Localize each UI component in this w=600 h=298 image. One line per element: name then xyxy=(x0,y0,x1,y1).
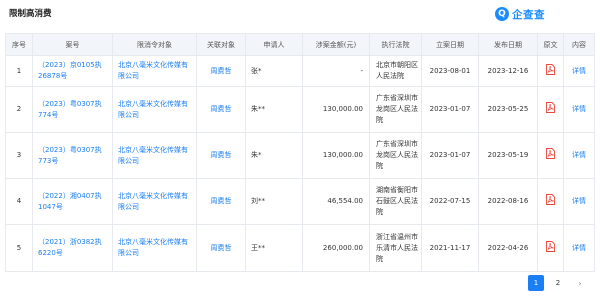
amount: 46,554.00 xyxy=(302,178,370,225)
col-header-filed: 立案日期 xyxy=(421,33,479,56)
row-index: 1 xyxy=(5,55,33,87)
pdf-icon[interactable] xyxy=(546,194,555,205)
col-header-court: 执行法院 xyxy=(369,33,422,56)
target-company-link[interactable]: 北京八毫米文化传媒有限公司 xyxy=(112,132,197,179)
next-page-button[interactable]: › xyxy=(572,275,588,291)
pdf-icon[interactable] xyxy=(546,148,555,159)
row-index: 2 xyxy=(5,86,33,133)
target-company-link[interactable]: 北京八毫米文化传媒有限公司 xyxy=(112,55,197,87)
detail-link[interactable]: 详情 xyxy=(563,132,595,179)
case-number-link[interactable]: （2023）京0105执26878号 xyxy=(32,55,113,87)
row-index: 5 xyxy=(5,224,33,272)
pdf-icon[interactable] xyxy=(546,63,555,75)
published-date: 2023-05-19 xyxy=(478,132,538,179)
detail-link[interactable]: 详情 xyxy=(563,224,595,272)
published-date: 2022-08-16 xyxy=(478,178,538,225)
amount: 260,000.00 xyxy=(302,224,370,272)
applicant: 王** xyxy=(245,224,303,272)
table-header-row: 序号 案号 限消令对象 关联对象 申请人 涉案金额(元) 执行法院 立案日期 发… xyxy=(5,33,595,56)
case-number-link[interactable]: （2021）浙0382执6220号 xyxy=(32,224,113,272)
case-number-link[interactable]: （2023）粤0307执773号 xyxy=(32,132,113,179)
related-person-link[interactable]: 周费哲 xyxy=(196,178,246,225)
court: 广东省深圳市龙岗区人民法院 xyxy=(369,132,422,179)
col-header-related: 关联对象 xyxy=(196,33,246,56)
table-row: 5 （2021）浙0382执6220号 北京八毫米文化传媒有限公司 周费哲 王*… xyxy=(5,224,595,272)
page-title: 限制高消费 xyxy=(9,9,52,19)
col-header-index: 序号 xyxy=(5,33,33,56)
target-company-link[interactable]: 北京八毫米文化传媒有限公司 xyxy=(112,86,197,133)
table-row: 4 （2022）湘0407执1047号 北京八毫米文化传媒有限公司 周费哲 刘*… xyxy=(5,178,595,225)
filed-date: 2023-01-07 xyxy=(421,86,479,133)
brand-name: 企查查 xyxy=(512,8,545,21)
related-person-link[interactable]: 周费哲 xyxy=(196,132,246,179)
filed-date: 2023-08-01 xyxy=(421,55,479,87)
col-header-published: 发布日期 xyxy=(478,33,538,56)
detail-link[interactable]: 详情 xyxy=(563,86,595,133)
related-person-link[interactable]: 周费哲 xyxy=(196,224,246,272)
pdf-icon[interactable] xyxy=(546,240,555,252)
court: 湖南省衡阳市石鼓区人民法院 xyxy=(369,178,422,225)
target-company-link[interactable]: 北京八毫米文化传媒有限公司 xyxy=(112,224,197,272)
amount: 130,000.00 xyxy=(302,132,370,179)
page-header: 限制高消费 Q 企查查 xyxy=(0,0,600,30)
page-button-1[interactable]: 1 xyxy=(528,275,544,291)
table-row: 2 （2023）粤0307执774号 北京八毫米文化传媒有限公司 周费哲 朱**… xyxy=(5,86,595,133)
related-person-link[interactable]: 周费哲 xyxy=(196,55,246,87)
col-header-document: 原文 xyxy=(537,33,564,56)
applicant: 朱* xyxy=(245,132,303,179)
pdf-icon[interactable] xyxy=(546,102,555,113)
case-number-link[interactable]: （2023）粤0307执774号 xyxy=(32,86,113,133)
qichacha-logo-icon: Q xyxy=(495,7,509,21)
applicant: 朱** xyxy=(245,86,303,133)
court: 北京市朝阳区人民法院 xyxy=(369,55,422,87)
col-header-amount: 涉案金额(元) xyxy=(302,33,370,56)
published-date: 2023-05-25 xyxy=(478,86,538,133)
published-date: 2023-12-16 xyxy=(478,55,538,87)
amount: 130,000.00 xyxy=(302,86,370,133)
restriction-table: 序号 案号 限消令对象 关联对象 申请人 涉案金额(元) 执行法院 立案日期 发… xyxy=(5,33,595,272)
pdf-document-cell[interactable] xyxy=(537,178,564,225)
table-row: 3 （2023）粤0307执773号 北京八毫米文化传媒有限公司 周费哲 朱* … xyxy=(5,132,595,179)
detail-link[interactable]: 详情 xyxy=(563,178,595,225)
filed-date: 2022-07-15 xyxy=(421,178,479,225)
target-company-link[interactable]: 北京八毫米文化传媒有限公司 xyxy=(112,178,197,225)
court: 浙江省温州市乐清市人民法院 xyxy=(369,224,422,272)
table-row: 1 （2023）京0105执26878号 北京八毫米文化传媒有限公司 周费哲 张… xyxy=(5,55,595,87)
pagination: 1 2 › xyxy=(522,275,588,291)
row-index: 4 xyxy=(5,178,33,225)
col-header-content: 内容 xyxy=(563,33,595,56)
filed-date: 2021-11-17 xyxy=(421,224,479,272)
col-header-applicant: 申请人 xyxy=(245,33,303,56)
pdf-document-cell[interactable] xyxy=(537,132,564,179)
pdf-document-cell[interactable] xyxy=(537,224,564,272)
applicant: 张* xyxy=(245,55,303,87)
applicant: 刘** xyxy=(245,178,303,225)
case-number-link[interactable]: （2022）湘0407执1047号 xyxy=(32,178,113,225)
pdf-document-cell[interactable] xyxy=(537,86,564,133)
pdf-document-cell[interactable] xyxy=(537,55,564,87)
related-person-link[interactable]: 周费哲 xyxy=(196,86,246,133)
published-date: 2022-04-26 xyxy=(478,224,538,272)
col-header-target: 限消令对象 xyxy=(112,33,197,56)
page-button-2[interactable]: 2 xyxy=(550,275,566,291)
col-header-case-no: 案号 xyxy=(32,33,113,56)
detail-link[interactable]: 详情 xyxy=(563,55,595,87)
brand[interactable]: Q 企查查 xyxy=(495,6,545,22)
filed-date: 2023-01-07 xyxy=(421,132,479,179)
row-index: 3 xyxy=(5,132,33,179)
court: 广东省深圳市龙岗区人民法院 xyxy=(369,86,422,133)
amount: - xyxy=(302,55,370,87)
